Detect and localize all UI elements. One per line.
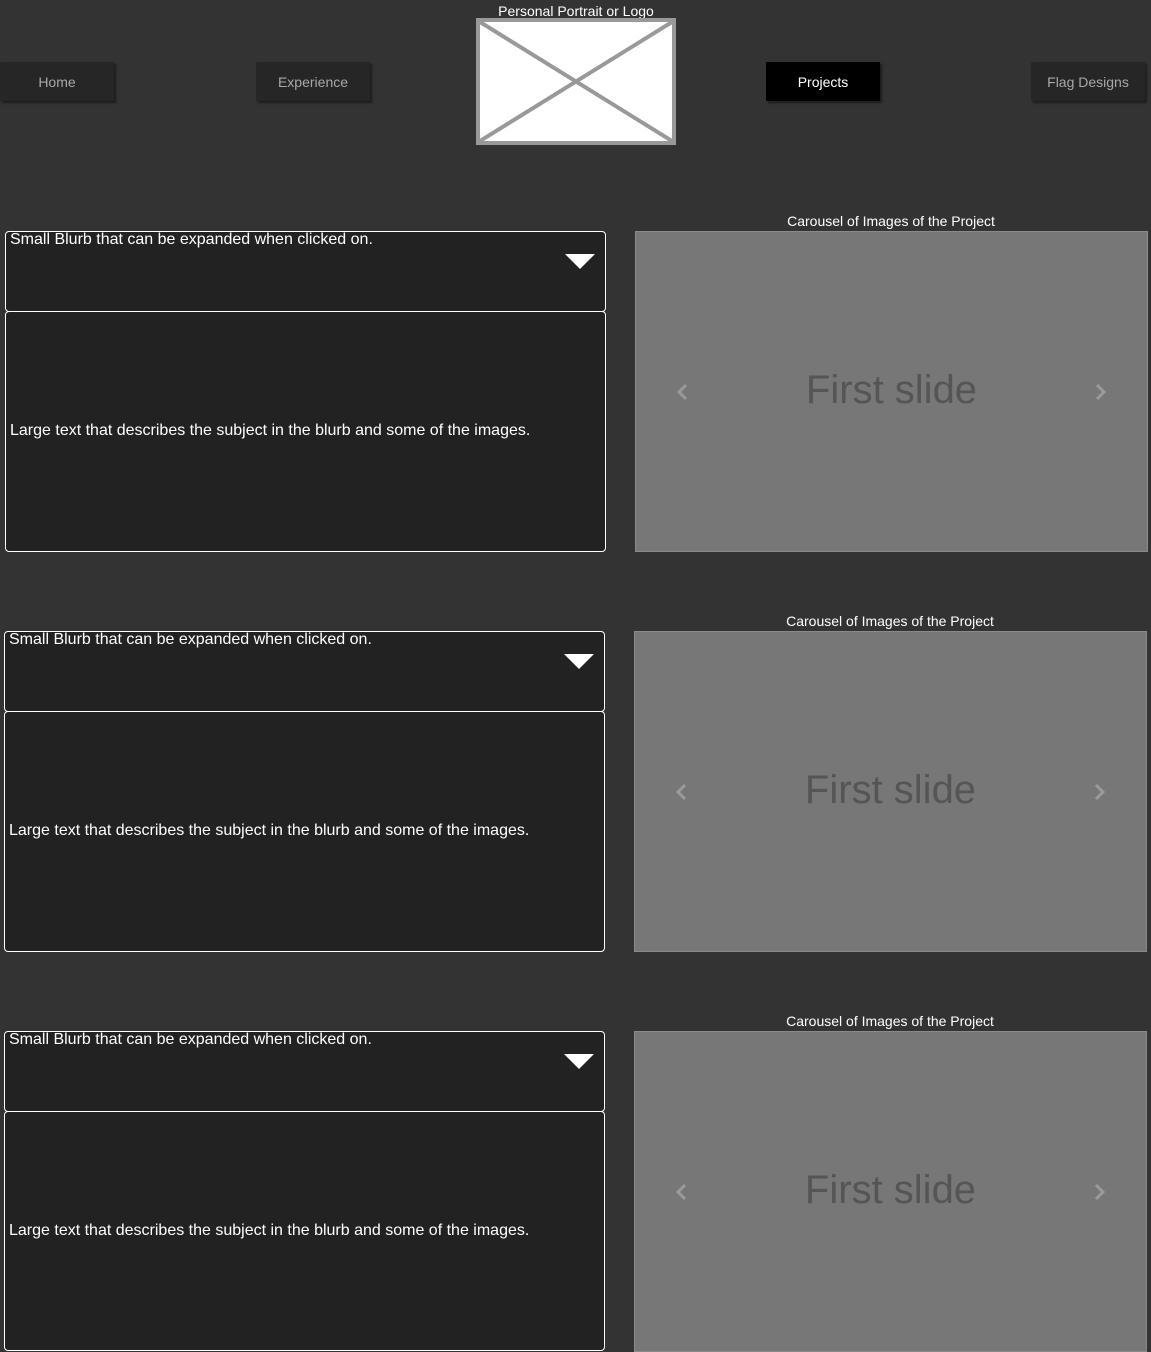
description-text: Large text that describes the subject in… — [10, 422, 531, 439]
image-carousel[interactable]: First slide — [635, 231, 1148, 552]
carousel-caption: Carousel of Images of the Project — [787, 213, 995, 229]
nav-projects-button[interactable]: Projects — [766, 62, 880, 101]
carousel-prev-button[interactable] — [671, 1180, 691, 1204]
logo-caption: Personal Portrait or Logo — [498, 3, 654, 19]
carousel-next-button[interactable] — [1091, 380, 1111, 404]
carousel-next-button[interactable] — [1090, 780, 1110, 804]
chevron-left-icon — [675, 783, 687, 801]
description-text: Large text that describes the subject in… — [9, 822, 530, 839]
carousel-next-button[interactable] — [1090, 1180, 1110, 1204]
chevron-right-icon — [1094, 783, 1106, 801]
slide-label: First slide — [804, 1168, 977, 1212]
image-carousel[interactable]: First slide — [634, 631, 1147, 952]
nav-experience-button[interactable]: Experience — [256, 62, 370, 101]
project-section: Small Blurb that can be expanded when cl… — [0, 200, 1151, 600]
project-section: Small Blurb that can be expanded when cl… — [0, 1000, 1151, 1352]
description-text: Large text that describes the subject in… — [9, 1222, 530, 1239]
nav-flag-designs-button[interactable]: Flag Designs — [1031, 62, 1145, 101]
page: Home Experience Projects Flag Designs Pe… — [0, 0, 1151, 1352]
chevron-down-icon[interactable] — [565, 254, 595, 270]
nav-home-button[interactable]: Home — [0, 62, 114, 101]
chevron-left-icon — [676, 383, 688, 401]
chevron-right-icon — [1095, 383, 1107, 401]
chevron-down-icon[interactable] — [564, 1054, 594, 1070]
chevron-right-icon — [1094, 1183, 1106, 1201]
chevron-down-icon[interactable] — [564, 654, 594, 670]
image-placeholder-icon — [480, 22, 672, 141]
project-section: Small Blurb that can be expanded when cl… — [0, 600, 1151, 1000]
slide-label: First slide — [805, 368, 978, 412]
carousel-caption: Carousel of Images of the Project — [786, 1013, 994, 1029]
blurb-text: Small Blurb that can be expanded when cl… — [9, 1031, 372, 1048]
blurb-text: Small Blurb that can be expanded when cl… — [9, 631, 372, 648]
slide-label: First slide — [804, 768, 977, 812]
chevron-left-icon — [675, 1183, 687, 1201]
carousel-prev-button[interactable] — [672, 380, 692, 404]
logo-placeholder — [476, 18, 676, 145]
carousel-caption: Carousel of Images of the Project — [786, 613, 994, 629]
blurb-text: Small Blurb that can be expanded when cl… — [10, 231, 373, 248]
image-carousel[interactable]: First slide — [634, 1031, 1147, 1352]
carousel-prev-button[interactable] — [671, 780, 691, 804]
